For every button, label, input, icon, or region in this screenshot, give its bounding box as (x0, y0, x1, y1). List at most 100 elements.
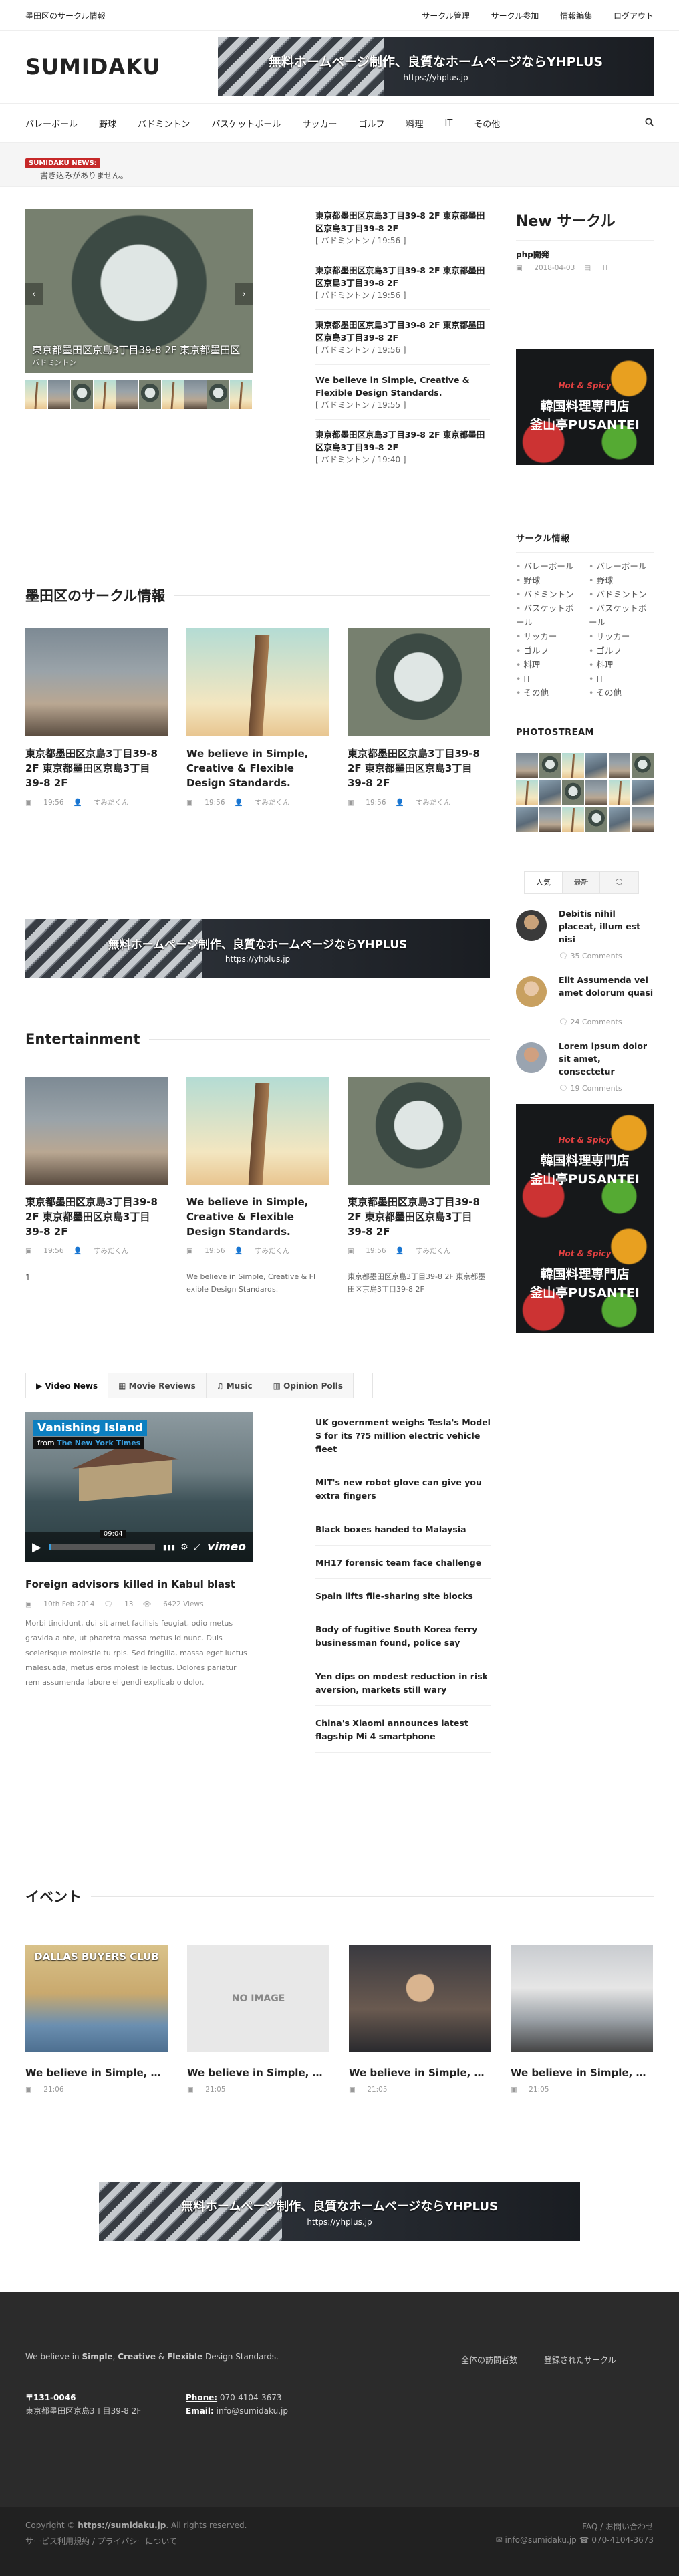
footer-banner[interactable]: 無料ホームページ制作、良質なホームページならYHPLUS https://yhp… (99, 2182, 580, 2241)
avatar[interactable] (516, 1042, 547, 1073)
featured-slider[interactable]: ‹ › 東京都墨田区京島3丁目39-8 2F 東京都墨田区 バドミントン (25, 209, 253, 373)
post-image[interactable] (348, 1077, 490, 1185)
site-name[interactable]: 墨田区のサークル情報 (25, 10, 106, 21)
terms-links[interactable]: サービス利用規約 / プライバシーについて (25, 2535, 177, 2547)
event-title[interactable]: We believe in Simple, Cr... (349, 2067, 491, 2079)
photo-thumb[interactable] (562, 780, 584, 805)
slider-prev-icon[interactable]: ‹ (25, 283, 43, 305)
tab-music[interactable]: ♫ Music (206, 1373, 263, 1398)
pagination-number[interactable]: 1 (25, 1273, 168, 1282)
photo-thumb[interactable] (539, 753, 561, 778)
nav-item-soccer[interactable]: サッカー (302, 117, 337, 130)
event-title[interactable]: We believe in Simple, Cr... (187, 2067, 329, 2079)
post-title[interactable]: 東京都墨田区京島3丁目39-8 2F 東京都墨田区京島3丁目39-8 2F (348, 746, 490, 791)
headline-item[interactable]: Body of fugitive South Korea ferry busin… (315, 1623, 491, 1659)
category-link[interactable]: IT (516, 672, 581, 686)
new-circle-category[interactable]: IT (603, 264, 609, 272)
post-author[interactable]: すみだくん (255, 799, 290, 807)
popular-title[interactable]: Elit Assumenda vel amet dolorum quasi (559, 974, 654, 999)
slider-thumb[interactable] (230, 380, 252, 409)
nav-item-it[interactable]: IT (444, 118, 452, 128)
list-item-title[interactable]: 東京都墨田区京島3丁目39-8 2F 東京都墨田区京島3丁目39-8 2F (315, 428, 490, 454)
post-card[interactable]: We believe in Simple, Creative & Flexibl… (186, 628, 329, 807)
slider-thumb[interactable] (116, 380, 138, 409)
category-link[interactable]: サッカー (516, 629, 581, 643)
list-item-title[interactable]: 東京都墨田区京島3丁目39-8 2F 東京都墨田区京島3丁目39-8 2F (315, 319, 490, 344)
nav-item-basketball[interactable]: バスケットボール (211, 117, 281, 130)
popular-title[interactable]: Debitis nihil placeat, illum est nisi (559, 907, 654, 946)
photo-thumb[interactable] (608, 753, 631, 778)
top-link-circle-admin[interactable]: サークル管理 (422, 11, 470, 21)
category-link[interactable]: バスケットボール (589, 601, 654, 629)
slider-thumb[interactable] (48, 380, 70, 409)
slider-caption-title[interactable]: 東京都墨田区京島3丁目39-8 2F 東京都墨田区 (32, 344, 240, 356)
fullscreen-icon[interactable]: ⤢ (194, 1542, 200, 1552)
photo-thumb[interactable] (632, 807, 654, 832)
sidebar-ad-pusantei[interactable]: Hot & Spicy 韓国料理専門店 釜山亭PUSANTEI (516, 349, 654, 465)
video-title[interactable]: Vanishing Island (33, 1420, 147, 1436)
video-headline[interactable]: Foreign advisors killed in Kabul blast (25, 1578, 253, 1590)
nav-item-other[interactable]: その他 (474, 117, 500, 130)
search-icon[interactable] (645, 117, 654, 129)
category-link[interactable]: バドミントン (589, 587, 654, 601)
post-card[interactable]: 東京都墨田区京島3丁目39-8 2F 東京都墨田区京島3丁目39-8 2F ▣ … (25, 1077, 168, 1282)
list-item[interactable]: 東京都墨田区京島3丁目39-8 2F 東京都墨田区京島3丁目39-8 2F[ バ… (315, 209, 490, 255)
slider-thumb[interactable] (207, 380, 229, 409)
post-image[interactable] (348, 628, 490, 736)
category-link[interactable]: バレーボール (589, 559, 654, 573)
post-title[interactable]: 東京都墨田区京島3丁目39-8 2F 東京都墨田区京島3丁目39-8 2F (348, 1195, 490, 1239)
event-card[interactable]: We believe in Simple, Cr... ▣ 21:05 (511, 1945, 653, 2094)
slider-thumb[interactable] (139, 380, 161, 409)
top-link-circle-join[interactable]: サークル参加 (491, 11, 539, 21)
category-link[interactable]: ゴルフ (589, 643, 654, 658)
list-item-title[interactable]: We believe in Simple, Creative & Flexibl… (315, 374, 490, 399)
photo-thumb[interactable] (539, 807, 561, 832)
popular-title[interactable]: Lorem ipsum dolor sit amet, consectetur (559, 1040, 654, 1078)
photo-thumb[interactable] (632, 753, 654, 778)
post-author[interactable]: すみだくん (94, 1247, 129, 1255)
list-item-title[interactable]: 東京都墨田区京島3丁目39-8 2F 東京都墨田区京島3丁目39-8 2F (315, 209, 490, 235)
footer-link-circles[interactable]: 登録されたサークル (544, 2354, 616, 2366)
top-link-logout[interactable]: ログアウト (614, 11, 654, 21)
list-item[interactable]: We believe in Simple, Creative & Flexibl… (315, 374, 490, 420)
category-link[interactable]: 料理 (516, 658, 581, 672)
photo-thumb[interactable] (562, 807, 584, 832)
event-card[interactable]: NO IMAGE We believe in Simple, Cr... ▣ 2… (187, 1945, 329, 2094)
headline-item[interactable]: MH17 forensic team face challenge (315, 1556, 491, 1579)
list-item[interactable]: 東京都墨田区京島3丁目39-8 2F 東京都墨田区京島3丁目39-8 2F[ バ… (315, 428, 490, 474)
category-link[interactable]: バドミントン (516, 587, 581, 601)
headline-item[interactable]: Yen dips on modest reduction in risk ave… (315, 1670, 491, 1706)
event-image[interactable]: DALLAS BUYERS CLUB (25, 1945, 168, 2052)
photo-thumb[interactable] (608, 780, 631, 805)
post-card[interactable]: 東京都墨田区京島3丁目39-8 2F 東京都墨田区京島3丁目39-8 2F ▣ … (25, 628, 168, 807)
tab-video-news[interactable]: ▶ Video News (26, 1373, 109, 1398)
headline-item[interactable]: Black boxes handed to Malaysia (315, 1523, 491, 1546)
category-link[interactable]: その他 (516, 686, 581, 700)
photo-thumb[interactable] (608, 807, 631, 832)
top-link-edit-info[interactable]: 情報編集 (560, 11, 592, 21)
nav-item-badminton[interactable]: バドミントン (138, 117, 190, 130)
avatar[interactable] (516, 910, 547, 941)
post-title[interactable]: We believe in Simple, Creative & Flexibl… (186, 1195, 329, 1239)
category-link[interactable]: バレーボール (516, 559, 581, 573)
post-card[interactable]: 東京都墨田区京島3丁目39-8 2F 東京都墨田区京島3丁目39-8 2F ▣ … (348, 1077, 490, 1296)
event-image[interactable]: NO IMAGE (187, 1945, 329, 2052)
headline-item[interactable]: UK government weighs Tesla's Model S for… (315, 1416, 491, 1465)
nav-item-baseball[interactable]: 野球 (99, 117, 116, 130)
nav-item-golf[interactable]: ゴルフ (358, 117, 384, 130)
category-link[interactable]: バスケットボール (516, 601, 581, 629)
sidebar-ad-pusantei[interactable]: Hot & Spicy 韓国料理専門店 釜山亭PUSANTEI (516, 1218, 654, 1333)
slider-next-icon[interactable]: › (235, 283, 253, 305)
category-link[interactable]: 野球 (589, 573, 654, 587)
tab-popular[interactable]: 人気 (525, 872, 563, 893)
popular-item[interactable]: Lorem ipsum dolor sit amet, consectetur … (516, 1040, 654, 1106)
photo-thumb[interactable] (632, 780, 654, 805)
post-card[interactable]: 東京都墨田区京島3丁目39-8 2F 東京都墨田区京島3丁目39-8 2F ▣ … (348, 628, 490, 807)
slider-thumb[interactable] (184, 380, 207, 409)
category-link[interactable]: IT (589, 672, 654, 686)
category-link[interactable]: 野球 (516, 573, 581, 587)
category-link[interactable]: サッカー (589, 629, 654, 643)
post-author[interactable]: すみだくん (255, 1247, 290, 1255)
post-image[interactable] (25, 628, 168, 736)
slider-thumb[interactable] (25, 380, 47, 409)
